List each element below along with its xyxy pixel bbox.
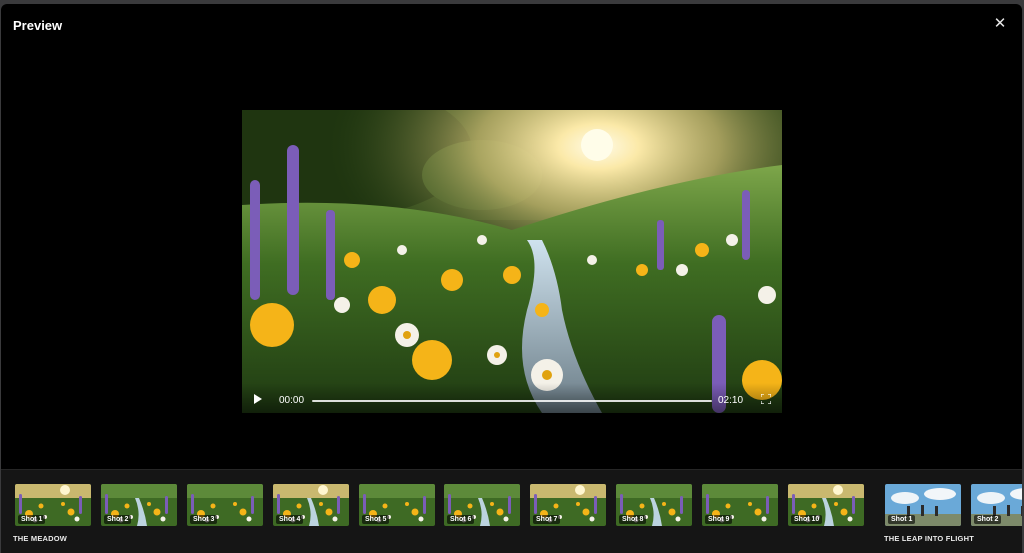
group-label-meadow: THE MEADOW	[13, 534, 68, 543]
shot-label: Shot 1	[888, 515, 916, 524]
shot-label: Shot 1	[18, 515, 46, 524]
shot-thumbnail[interactable]: Shot 9	[702, 484, 778, 526]
preview-modal: Preview ✕ 00:00 02:10 Shot 1 Shot 2 Shot…	[1, 4, 1022, 553]
shot-label: Shot 10	[791, 515, 823, 524]
total-time: 02:10	[718, 395, 744, 406]
fullscreen-icon[interactable]	[761, 394, 771, 404]
shot-label: Shot 7	[533, 515, 561, 524]
video-controls: 00:00 02:10	[242, 383, 782, 413]
video-player[interactable]: 00:00 02:10	[242, 110, 782, 413]
shot-label: Shot 9	[705, 515, 733, 524]
play-icon[interactable]	[253, 394, 263, 404]
shot-thumbnail[interactable]: Shot 5	[359, 484, 435, 526]
shot-thumbnail[interactable]: Shot 7	[530, 484, 606, 526]
shot-filmstrip: Shot 1 Shot 2 Shot 3 Shot 4 Shot 5 Shot 6 Shot…	[1, 469, 1022, 553]
shot-thumbnail[interactable]: Shot 6	[444, 484, 520, 526]
shot-label: Shot 2	[974, 515, 1002, 524]
shot-thumbnail[interactable]: Shot 1	[885, 484, 961, 526]
modal-title: Preview	[13, 18, 63, 33]
shot-label: Shot 4	[276, 515, 304, 524]
progress-bar[interactable]	[312, 400, 712, 402]
video-frame	[242, 110, 782, 413]
shot-thumbnail[interactable]: Shot 4	[273, 484, 349, 526]
shot-label: Shot 6	[447, 515, 475, 524]
shot-thumbnail[interactable]: Shot 8	[616, 484, 692, 526]
group-label-leap: THE LEAP INTO FLIGHT	[884, 534, 974, 543]
shot-thumbnail[interactable]: Shot 2	[971, 484, 1022, 526]
shot-thumbnail[interactable]: Shot 10	[788, 484, 864, 526]
shot-thumbnail[interactable]: Shot 2	[101, 484, 177, 526]
close-icon[interactable]: ✕	[992, 16, 1008, 32]
shot-label: Shot 8	[619, 515, 647, 524]
shot-label: Shot 5	[362, 515, 390, 524]
shot-label: Shot 2	[104, 515, 132, 524]
shot-thumbnail[interactable]: Shot 1	[15, 484, 91, 526]
shot-thumbnail[interactable]: Shot 3	[187, 484, 263, 526]
current-time: 00:00	[279, 395, 305, 406]
shot-label: Shot 3	[190, 515, 218, 524]
